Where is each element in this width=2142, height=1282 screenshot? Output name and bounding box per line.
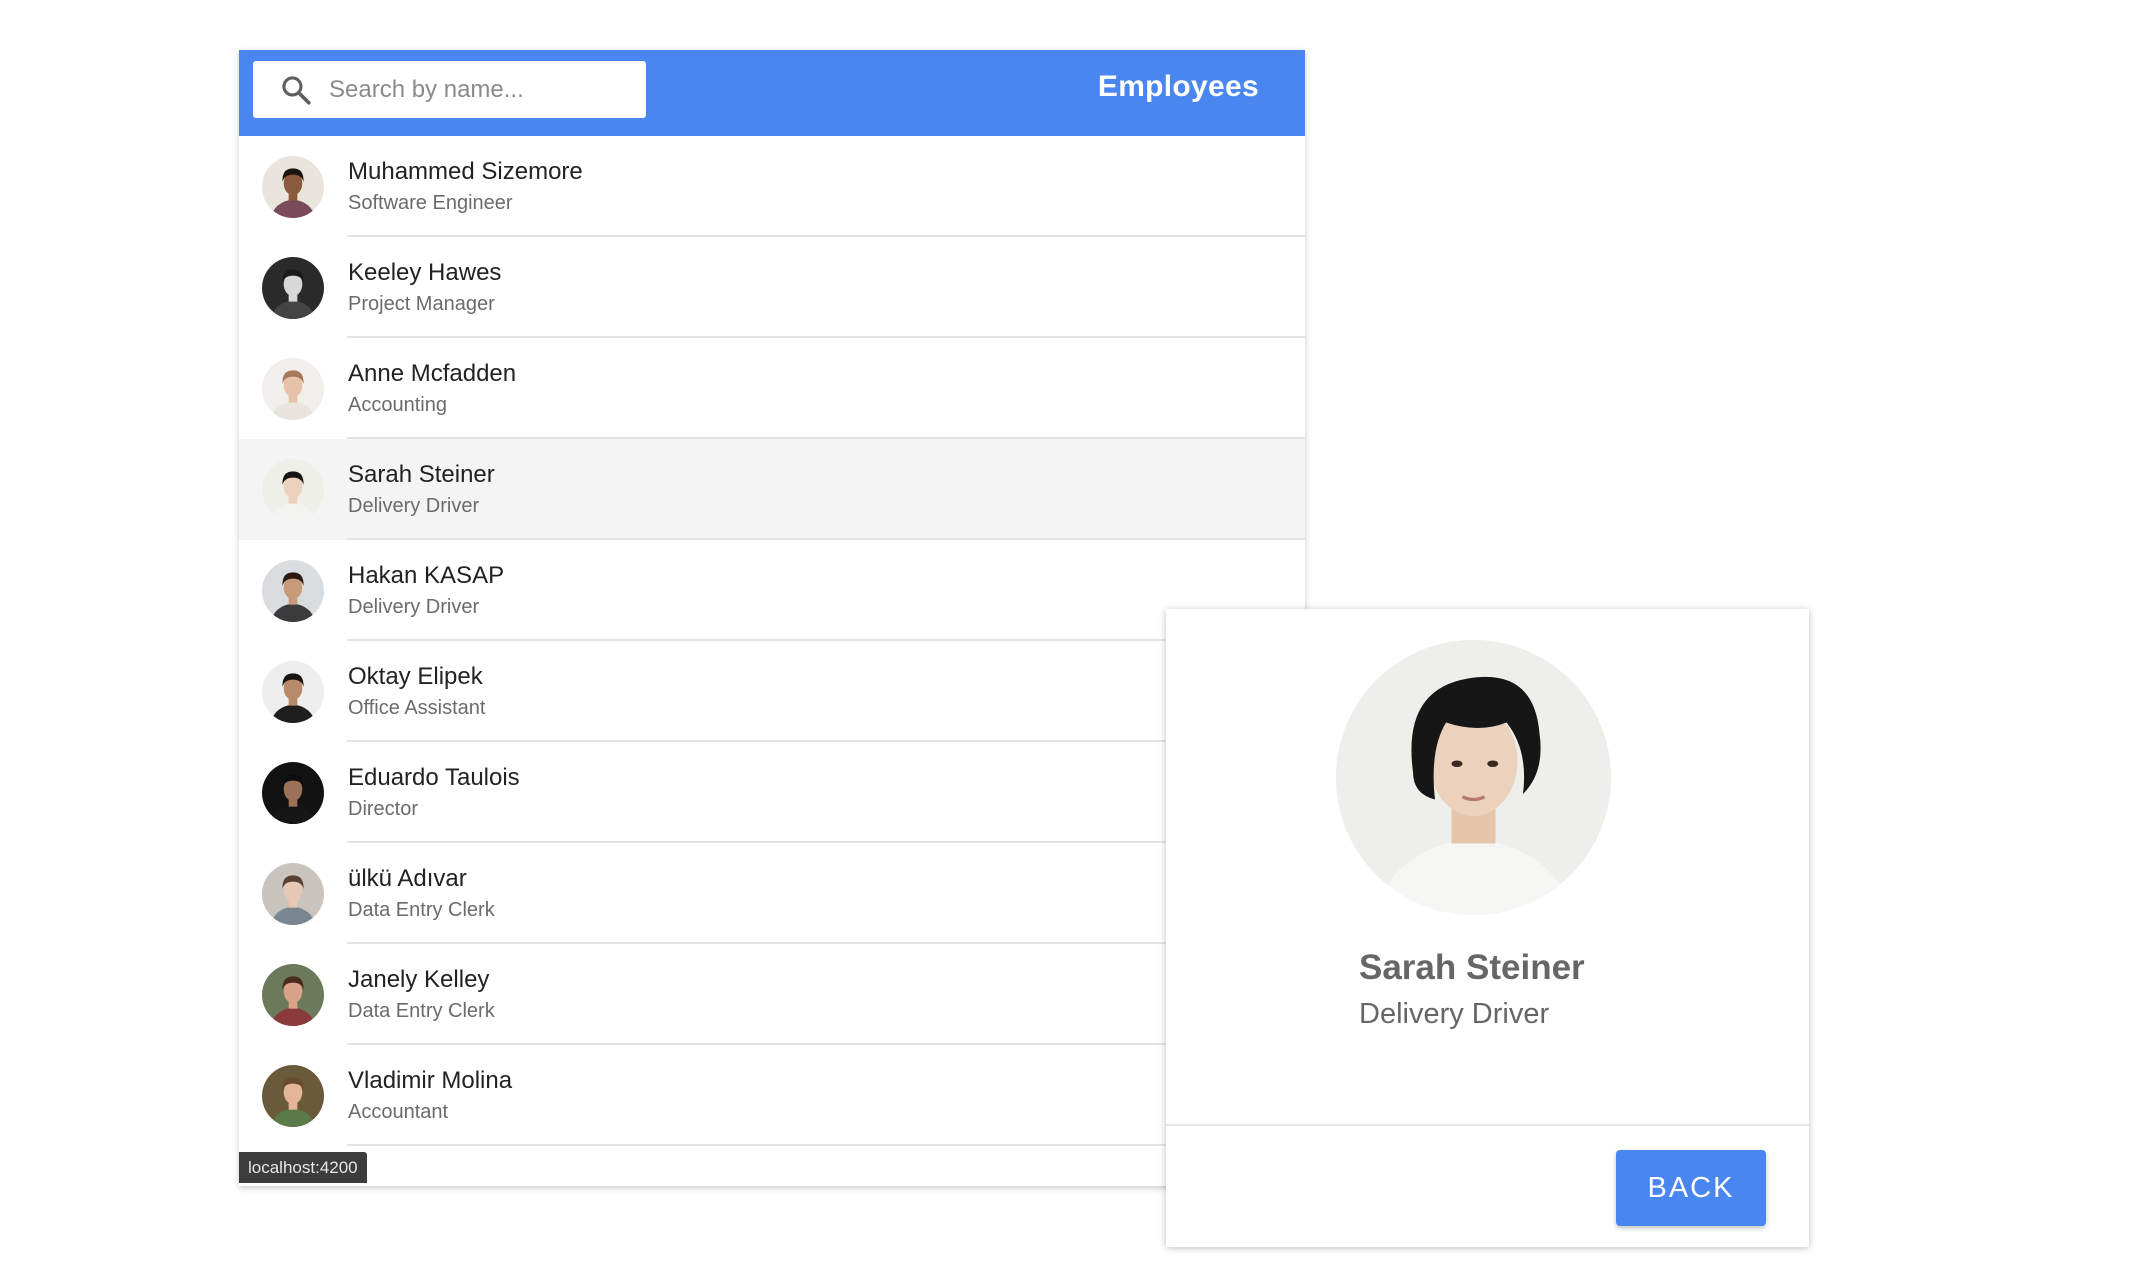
employee-title: Data Entry Clerk bbox=[348, 899, 495, 921]
employee-name: Keeley Hawes bbox=[348, 259, 502, 286]
employee-name: Oktay Elipek bbox=[348, 663, 483, 690]
employee-list-item[interactable]: Eduardo Taulois Director bbox=[239, 742, 1305, 843]
avatar bbox=[262, 964, 324, 1026]
status-url: localhost:4200 bbox=[239, 1152, 367, 1183]
avatar bbox=[262, 863, 324, 925]
card-divider bbox=[1166, 1124, 1809, 1126]
avatar bbox=[262, 762, 324, 824]
employee-name: Eduardo Taulois bbox=[348, 764, 520, 791]
detail-title: Delivery Driver bbox=[1359, 998, 1550, 1030]
toolbar: Employees bbox=[239, 50, 1305, 136]
list-divider bbox=[347, 1144, 1305, 1146]
employee-title: Director bbox=[348, 798, 419, 820]
detail-avatar bbox=[1336, 640, 1611, 915]
employee-list-item[interactable]: Anne Mcfadden Accounting bbox=[239, 338, 1305, 439]
employee-name: Sarah Steiner bbox=[348, 461, 495, 488]
employee-list-item[interactable]: Sarah Steiner Delivery Driver bbox=[239, 439, 1305, 540]
employee-list-item[interactable]: Muhammed Sizemore Software Engineer bbox=[239, 136, 1305, 237]
employee-title: Office Assistant bbox=[348, 697, 486, 719]
detail-name: Sarah Steiner bbox=[1359, 948, 1585, 987]
avatar bbox=[262, 1065, 324, 1127]
avatar bbox=[262, 661, 324, 723]
employee-name: Vladimir Molina bbox=[348, 1067, 513, 1094]
search-input[interactable] bbox=[327, 60, 646, 119]
employee-name: Hakan KASAP bbox=[348, 562, 505, 589]
employee-name: ülkü Adıvar bbox=[348, 865, 467, 892]
employee-detail-card: Sarah Steiner Delivery Driver BACK bbox=[1166, 609, 1809, 1247]
avatar bbox=[262, 459, 324, 521]
avatar bbox=[262, 257, 324, 319]
employee-title: Accountant bbox=[348, 1101, 449, 1123]
search-icon bbox=[279, 73, 313, 107]
employee-list-panel: Employees Muhammed Sizemore Software Engi… bbox=[239, 50, 1305, 1186]
employee-title: Data Entry Clerk bbox=[348, 1000, 495, 1022]
employee-title: Delivery Driver bbox=[348, 596, 480, 618]
employee-name: Anne Mcfadden bbox=[348, 360, 517, 387]
avatar bbox=[262, 156, 324, 218]
page-title: Employees bbox=[1097, 70, 1259, 103]
employee-name: Muhammed Sizemore bbox=[348, 158, 583, 185]
back-button[interactable]: BACK bbox=[1616, 1150, 1766, 1226]
employee-list-item[interactable]: Keeley Hawes Project Manager bbox=[239, 237, 1305, 338]
avatar bbox=[262, 560, 324, 622]
search-box[interactable] bbox=[253, 60, 646, 119]
employee-title: Software Engineer bbox=[348, 192, 513, 214]
employee-list-item[interactable]: Oktay Elipek Office Assistant bbox=[239, 641, 1305, 742]
employee-title: Delivery Driver bbox=[348, 495, 480, 517]
employee-list: Muhammed Sizemore Software Engineer Keeley… bbox=[239, 136, 1305, 1146]
employee-list-item[interactable]: Vladimir Molina Accountant bbox=[239, 1045, 1305, 1146]
avatar bbox=[262, 358, 324, 420]
employee-list-item[interactable]: Hakan KASAP Delivery Driver bbox=[239, 540, 1305, 641]
employee-list-item[interactable]: Janely Kelley Data Entry Clerk bbox=[239, 944, 1305, 1045]
employee-title: Accounting bbox=[348, 394, 447, 416]
employee-name: Janely Kelley bbox=[348, 966, 490, 993]
employee-title: Project Manager bbox=[348, 293, 495, 315]
employee-list-item[interactable]: ülkü Adıvar Data Entry Clerk bbox=[239, 843, 1305, 944]
